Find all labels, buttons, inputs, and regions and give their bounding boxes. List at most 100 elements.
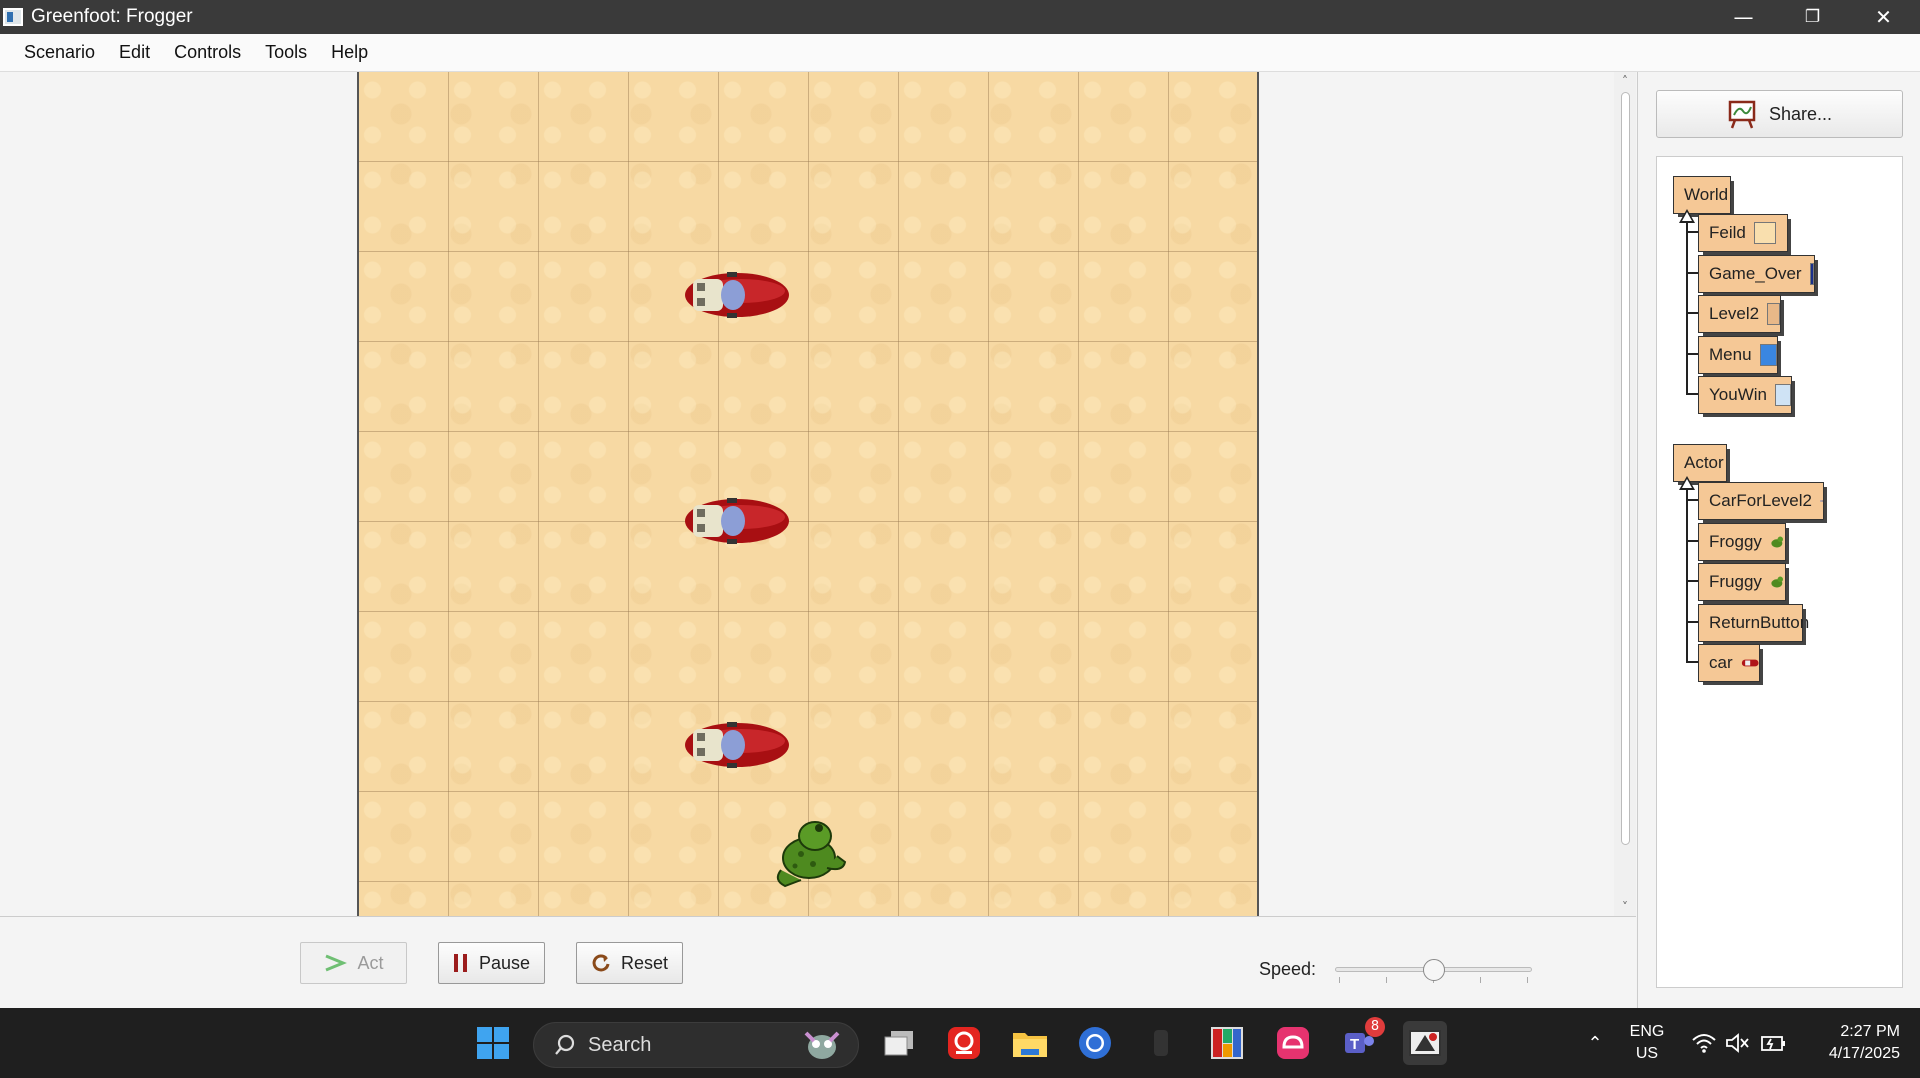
red-app-icon — [948, 1027, 980, 1059]
mosaic-app-icon — [1211, 1027, 1243, 1059]
taskbar-search[interactable]: Search — [533, 1022, 859, 1068]
class-feild[interactable]: Feild — [1698, 214, 1791, 255]
class-carforlevel2-label: CarForLevel2 — [1709, 491, 1812, 510]
class-game-over[interactable]: Game_Over — [1698, 255, 1818, 296]
battery-button[interactable] — [1751, 1021, 1795, 1065]
creative-cloud-button[interactable] — [1271, 1021, 1315, 1065]
chevron-up-icon: ⌃ — [1587, 1032, 1603, 1054]
frog-actor[interactable] — [771, 816, 849, 892]
creative-cloud-icon — [1277, 1027, 1309, 1059]
menu-scenario[interactable]: Scenario — [12, 42, 107, 63]
act-button[interactable]: Act — [300, 942, 407, 984]
tree-branch — [1686, 312, 1698, 314]
browser-icon — [1079, 1027, 1111, 1059]
class-actor-label: Actor — [1684, 453, 1724, 472]
class-game-over-label: Game_Over — [1709, 264, 1802, 283]
class-level2[interactable]: Level2 — [1698, 295, 1784, 336]
class-car-label: car — [1709, 653, 1733, 672]
class-froggy-label: Froggy — [1709, 532, 1762, 551]
scroll-up-icon[interactable]: ˄ — [1614, 72, 1636, 90]
class-youwin-label: YouWin — [1709, 385, 1767, 404]
menu-help[interactable]: Help — [319, 42, 380, 63]
class-fruggy-label: Fruggy — [1709, 572, 1762, 591]
world-viewport — [0, 72, 1638, 917]
class-menu-label: Menu — [1709, 345, 1752, 364]
search-icon — [555, 1034, 575, 1055]
class-returnbutton-label: ReturnButton — [1709, 613, 1810, 632]
pause-button[interactable]: Pause — [438, 942, 545, 984]
volume-muted-icon — [1726, 1033, 1749, 1053]
chrome-button[interactable] — [1073, 1021, 1117, 1065]
inheritance-arrow-icon — [1679, 209, 1695, 223]
class-froggy[interactable]: Froggy — [1698, 523, 1789, 564]
inheritance-arrow-icon — [1679, 476, 1695, 490]
reset-label: Reset — [620, 952, 669, 973]
class-returnbutton[interactable]: ReturnButton — [1698, 604, 1809, 645]
scroll-down-icon[interactable]: ˅ — [1614, 898, 1636, 916]
tree-branch — [1686, 231, 1698, 233]
greenfoot-app-icon — [3, 8, 23, 26]
language-line2: US — [1635, 1045, 1659, 1062]
speed-slider-knob[interactable] — [1422, 959, 1445, 981]
speed-slider[interactable] — [1335, 959, 1532, 985]
class-feild-label: Feild — [1709, 223, 1746, 242]
greenfoot-icon — [1409, 1030, 1441, 1056]
wifi-icon — [1692, 1034, 1716, 1053]
taskbar-app-mosaic[interactable] — [1205, 1021, 1249, 1065]
menu-tools[interactable]: Tools — [253, 42, 319, 63]
tree-branch — [1686, 499, 1698, 501]
world-canvas[interactable] — [357, 72, 1259, 917]
control-bar: Act Pause Reset Speed: — [0, 916, 1636, 1008]
windows-start-button[interactable] — [471, 1021, 515, 1065]
blue-car-icon — [1820, 500, 1823, 502]
class-menu[interactable]: Menu — [1698, 336, 1781, 377]
speed-label: Speed: — [1259, 959, 1317, 979]
clock-date: 4/17/2025 — [1828, 1045, 1900, 1062]
menu-controls[interactable]: Controls — [162, 42, 253, 63]
reset-button[interactable]: Reset — [576, 942, 683, 984]
search-label: Search — [588, 1033, 652, 1056]
tree-branch — [1686, 661, 1698, 663]
car-actor[interactable] — [679, 495, 789, 547]
level2-image-icon — [1767, 303, 1780, 325]
class-world-label: World — [1684, 185, 1729, 204]
restore-button[interactable]: ❐ — [1778, 0, 1847, 34]
car-actor[interactable] — [679, 269, 789, 321]
svg-text:T: T — [1350, 1036, 1359, 1053]
language-line1: ENG — [1629, 1023, 1665, 1040]
minimize-button[interactable]: — — [1709, 0, 1778, 34]
vertical-scrollbar[interactable]: ˄ ˅ — [1614, 72, 1636, 916]
file-explorer-button[interactable] — [1008, 1021, 1052, 1065]
clock[interactable]: 2:27 PM 4/17/2025 — [1800, 1021, 1910, 1065]
share-button[interactable]: Share... — [1656, 90, 1903, 138]
class-fruggy[interactable]: Fruggy — [1698, 563, 1789, 604]
window-title: Greenfoot: Frogger — [31, 6, 193, 27]
close-button[interactable]: ✕ — [1849, 0, 1918, 34]
teams-button[interactable]: T 8 — [1337, 1017, 1385, 1065]
class-carforlevel2[interactable]: CarForLevel2 — [1698, 482, 1827, 523]
taskbar-app-dark[interactable] — [1139, 1021, 1183, 1065]
tree-branch — [1686, 393, 1698, 395]
minimize-icon: — — [1733, 5, 1754, 29]
class-car[interactable]: car — [1698, 644, 1763, 685]
class-youwin[interactable]: YouWin — [1698, 376, 1795, 417]
act-arrow-icon — [325, 954, 348, 972]
windows-logo-icon — [477, 1027, 509, 1059]
task-view-button[interactable] — [877, 1021, 921, 1065]
menu-edit[interactable]: Edit — [107, 42, 162, 63]
feild-image-icon — [1753, 222, 1776, 244]
frog-icon — [1771, 536, 1783, 548]
taskbar-app-red[interactable] — [942, 1021, 986, 1065]
act-label: Act — [357, 952, 384, 973]
greenfoot-taskbar-button[interactable] — [1403, 1021, 1447, 1065]
scrollbar-thumb[interactable] — [1621, 92, 1630, 845]
clock-time: 2:27 PM — [1840, 1023, 1900, 1040]
tree-branch — [1686, 580, 1698, 582]
restore-icon: ❐ — [1804, 7, 1821, 27]
search-highlight-icon — [804, 1031, 840, 1059]
language-indicator[interactable]: ENG US — [1621, 1021, 1673, 1065]
frog-icon — [1771, 576, 1783, 588]
car-actor[interactable] — [679, 719, 789, 771]
show-hidden-icons-button[interactable]: ⌃ — [1573, 1021, 1617, 1065]
tree-branch — [1686, 272, 1698, 274]
